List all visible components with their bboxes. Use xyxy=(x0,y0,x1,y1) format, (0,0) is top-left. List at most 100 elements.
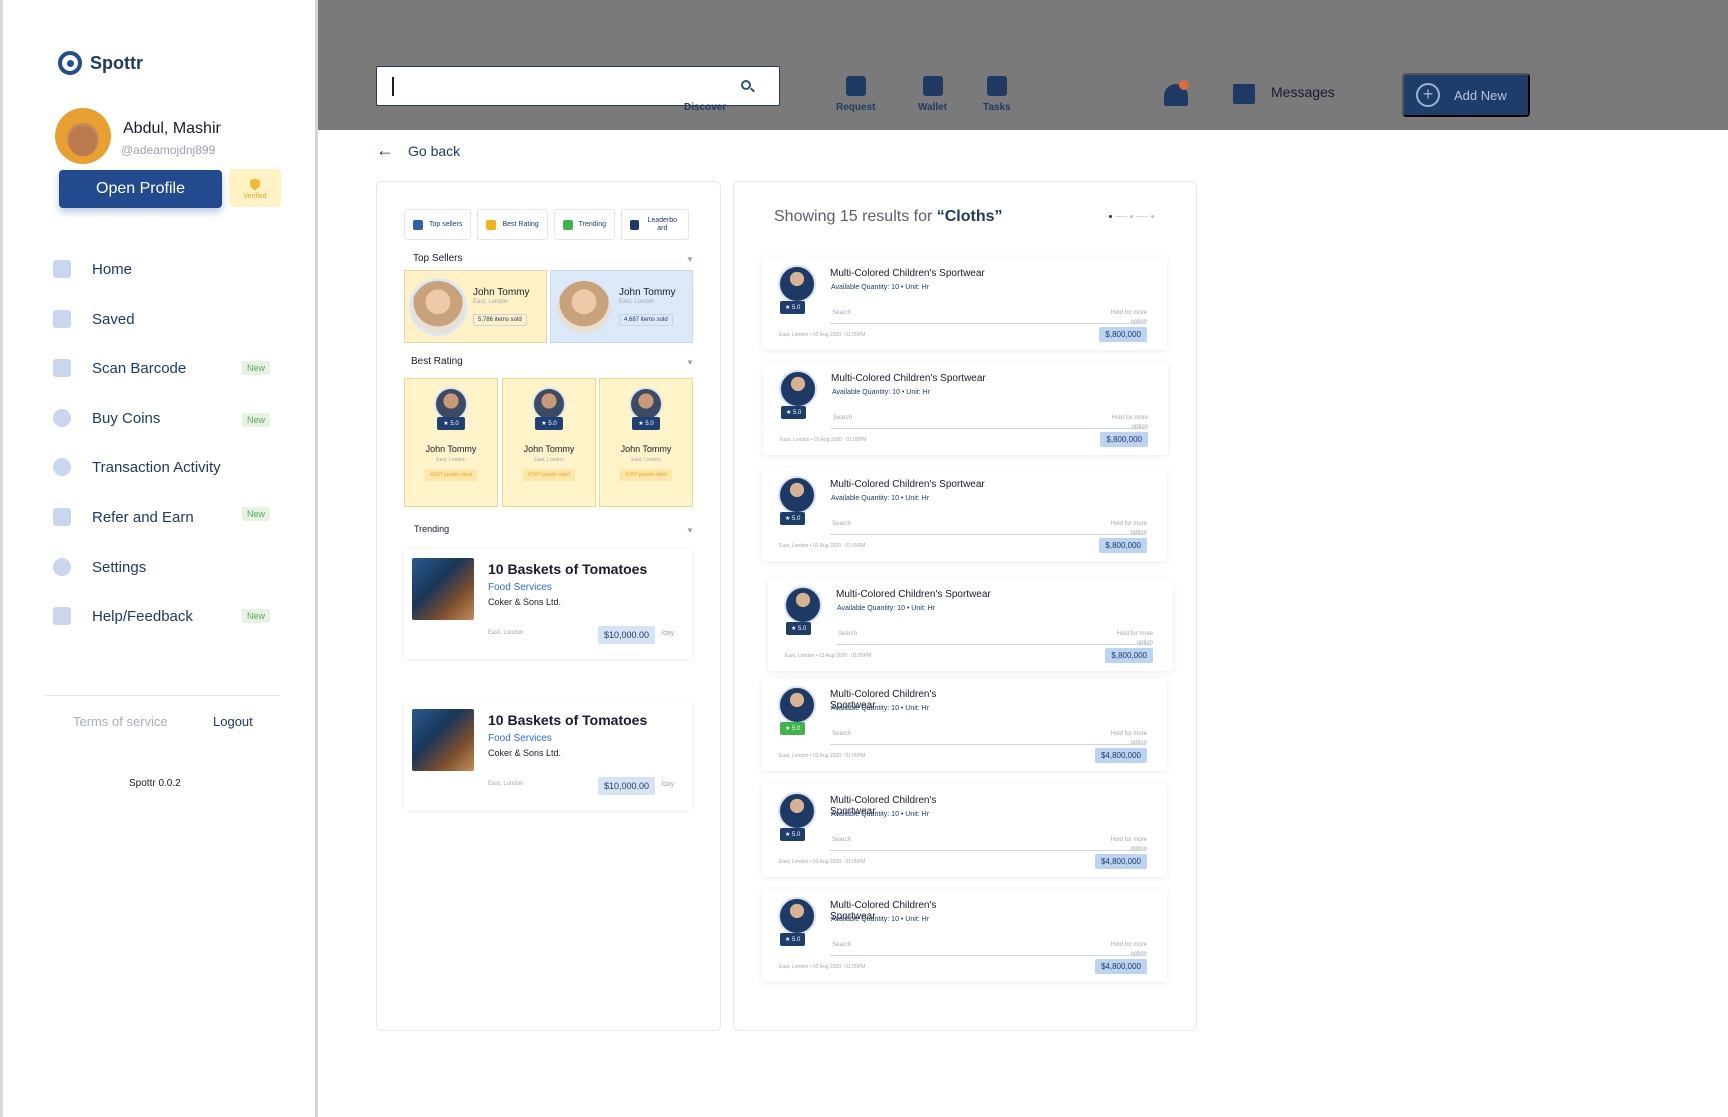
result-price: $,800,000 xyxy=(1099,538,1147,553)
sidebar-item-settings[interactable]: Settings xyxy=(53,552,278,582)
sidebar-item-label: Transaction Activity xyxy=(92,458,221,476)
go-back-label: Go back xyxy=(408,142,461,159)
result-search-label: Search xyxy=(832,310,852,316)
filter-tabs: Top sellers Best Rating Trending Leaderb… xyxy=(404,209,690,240)
nav-request[interactable]: Request xyxy=(836,76,875,113)
pagination-dots[interactable] xyxy=(1109,215,1154,218)
product-title: 10 Baskets of Tomatoes xyxy=(488,561,648,577)
nav-wallet[interactable]: Wallet xyxy=(918,76,947,113)
page-divider xyxy=(1115,216,1127,217)
sidebar-item-buy-coins[interactable]: Buy Coins New xyxy=(53,403,278,433)
rating-chip: ★ 5.0 xyxy=(437,417,465,430)
result-price: $,800,000 xyxy=(1105,648,1153,663)
result-meta: East, London • 03 Aug 2020 : 01:05PM xyxy=(779,332,866,338)
nav-discover[interactable]: Discover xyxy=(684,76,726,113)
filter-leaderboard[interactable]: Leaderbo ard xyxy=(621,209,690,240)
trending-card[interactable]: 10 Baskets of Tomatoes Food Services Cok… xyxy=(404,700,692,810)
result-card[interactable]: ★ 5.0 Multi-Colored Children's Sportwear… xyxy=(763,362,1168,455)
results-query: “Cloths” xyxy=(936,208,1003,225)
rating-chip: ★ 5.0 xyxy=(781,406,807,419)
chevron-down-icon[interactable]: ▼ xyxy=(686,255,694,264)
seller-avatar xyxy=(555,277,613,336)
result-card[interactable]: ★ 5.0 Multi-Colored Children's Sportwear… xyxy=(762,468,1167,561)
result-meta: East, London • 03 Aug 2020 : 01:05PM xyxy=(785,653,872,659)
result-card[interactable]: ★ 5.0 Multi-Colored Children's Sportwear… xyxy=(762,889,1167,982)
chevron-down-icon[interactable]: ▼ xyxy=(686,526,694,535)
product-avatar xyxy=(778,897,816,935)
logout-link[interactable]: Logout xyxy=(213,714,253,729)
open-profile-button[interactable]: Open Profile xyxy=(59,170,222,208)
sidebar-item-saved[interactable]: Saved xyxy=(53,304,278,334)
sidebar-item-home[interactable]: Home xyxy=(53,254,278,284)
hold-hint: Hold for more option xyxy=(1116,631,1153,646)
seller-avatar xyxy=(409,277,467,336)
product-thumbnail xyxy=(412,709,474,771)
sidebar-item-label: Refer and Earn xyxy=(92,508,194,526)
filter-label: Best Rating xyxy=(502,221,539,228)
go-back-link[interactable]: ← Go back xyxy=(376,140,460,161)
chat-icon[interactable] xyxy=(1233,84,1255,104)
product-avatar xyxy=(779,370,817,408)
rated-seller-name: John Tommy xyxy=(425,444,477,454)
filter-top-sellers[interactable]: Top sellers xyxy=(404,209,472,240)
result-meta: East, London • 03 Aug 2020 : 01:05PM xyxy=(779,543,866,549)
price-period: /day xyxy=(661,781,675,788)
result-quantity: Available Quantity: 10 • Unit: Hr xyxy=(831,916,930,923)
nav-label: Tasks xyxy=(983,102,1011,113)
filter-label: Trending xyxy=(578,221,607,228)
results-panel: Showing 15 results for “Cloths” ★ 5.0 Mu… xyxy=(733,181,1197,1031)
home-grid-icon xyxy=(53,260,71,278)
best-rating-heading: Best Rating xyxy=(411,356,463,367)
result-search-label: Search xyxy=(832,731,852,737)
result-card[interactable]: ★ 5.0 Multi-Colored Children's Sportwear… xyxy=(762,257,1167,350)
rated-seller-avatar xyxy=(629,387,663,421)
result-search-label: Search xyxy=(838,631,858,637)
notifications-bell-icon[interactable] xyxy=(1163,80,1189,108)
avatar[interactable] xyxy=(55,108,111,164)
add-new-button[interactable]: + Add New xyxy=(1402,73,1530,117)
product-company: Coker & Sons Ltd. xyxy=(488,748,562,758)
messages-link[interactable]: Messages xyxy=(1271,84,1335,100)
result-card[interactable]: ★ 5.0 Multi-Colored Children's Sportwear… xyxy=(762,784,1167,877)
clipboard-icon xyxy=(986,76,1007,96)
gear-icon xyxy=(53,558,71,576)
rating-card[interactable]: ★ 5.0 John Tommy East, London 4,567 peop… xyxy=(599,378,693,507)
result-card[interactable]: ★ 5.0 Multi-Colored Children's Sportwear… xyxy=(762,678,1167,771)
nav-tasks[interactable]: Tasks xyxy=(983,76,1011,113)
sidebar-item-refer-and-earn[interactable]: Refer and Earn New xyxy=(53,502,278,532)
result-card[interactable]: ★ 5.0 Multi-Colored Children's Sportwear… xyxy=(768,578,1173,671)
app-version: Spottr 0.0.2 xyxy=(129,778,181,789)
page-dot[interactable] xyxy=(1130,215,1133,218)
search-icon[interactable] xyxy=(741,80,751,90)
result-search-label: Search xyxy=(832,837,852,843)
trend-icon xyxy=(562,219,573,230)
divider xyxy=(830,744,1146,745)
sidebar-item-label: Help/Feedback xyxy=(92,607,193,625)
divider xyxy=(836,644,1152,645)
product-category[interactable]: Food Services xyxy=(488,582,552,593)
rating-card[interactable]: ★ 5.0 John Tommy East, London 4,567 peop… xyxy=(502,378,596,507)
product-category[interactable]: Food Services xyxy=(488,733,552,744)
seller-card[interactable]: John Tommy East, London 4,687 items sold xyxy=(550,270,693,343)
result-price: $4,800,000 xyxy=(1094,748,1147,763)
verified-label: Verified xyxy=(243,192,267,200)
sidebar-item-transaction-activity[interactable]: Transaction Activity xyxy=(53,452,278,482)
chevron-down-icon[interactable]: ▼ xyxy=(686,358,694,367)
result-price: $,800,000 xyxy=(1099,327,1147,342)
result-quantity: Available Quantity: 10 • Unit: Hr xyxy=(832,389,931,396)
terms-of-service-link[interactable]: Terms of service xyxy=(73,714,168,729)
nav-label: Discover xyxy=(684,102,727,113)
app-logo[interactable]: Spottr xyxy=(58,51,143,75)
sidebar-item-scan-barcode[interactable]: Scan Barcode New xyxy=(53,353,278,383)
trending-card[interactable]: 10 Baskets of Tomatoes Food Services Cok… xyxy=(404,549,692,659)
verified-badge: Verified xyxy=(229,169,281,207)
filter-best-rating[interactable]: Best Rating xyxy=(477,209,548,240)
filter-trending[interactable]: Trending xyxy=(553,209,616,240)
seller-card[interactable]: John Tommy East, London 5,786 items sold xyxy=(404,270,547,343)
result-meta: East, London • 03 Aug 2020 : 01:05PM xyxy=(780,437,867,443)
sidebar-item-help-feedback[interactable]: Help/Feedback New xyxy=(53,601,278,631)
rating-card[interactable]: ★ 5.0 John Tommy East, London 4,567 peop… xyxy=(404,378,498,507)
page-dot[interactable] xyxy=(1151,215,1154,218)
page-dot[interactable] xyxy=(1109,215,1112,218)
barcode-icon xyxy=(53,359,71,377)
